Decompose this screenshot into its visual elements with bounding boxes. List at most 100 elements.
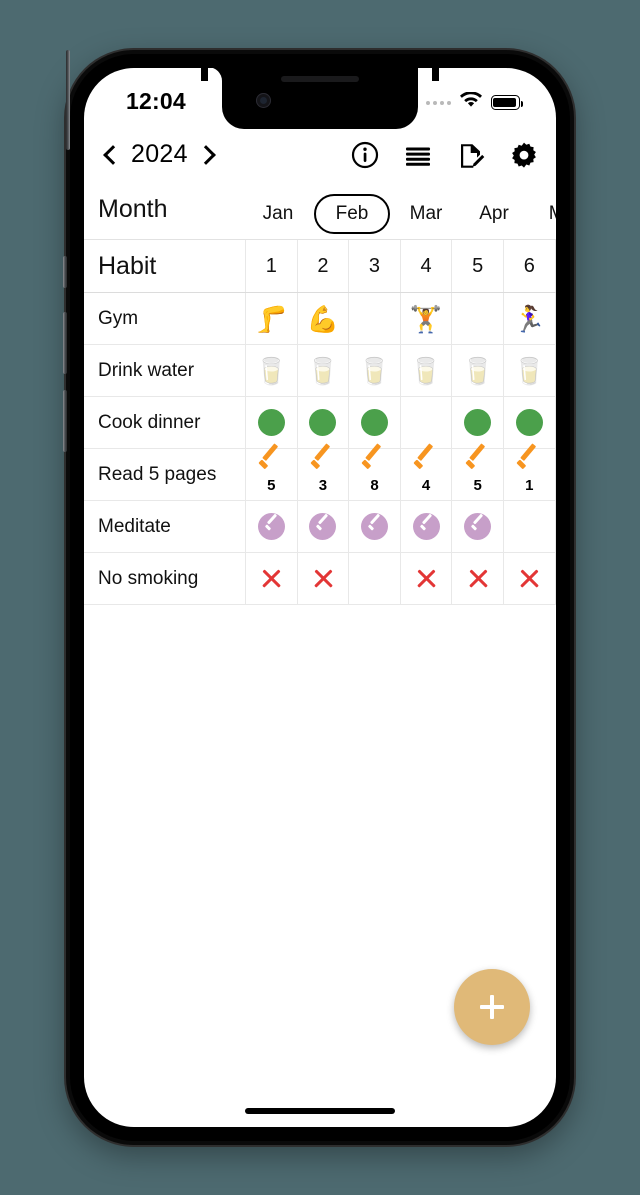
habit-cell[interactable]: 🥛 bbox=[298, 345, 350, 396]
habit-cell[interactable] bbox=[246, 501, 298, 552]
habit-cell[interactable]: 1 bbox=[504, 449, 556, 500]
purple-check-circle-icon bbox=[464, 513, 492, 540]
month-tab-mar[interactable]: Mar bbox=[392, 196, 460, 232]
day-header-3[interactable]: 3 bbox=[349, 240, 401, 292]
month-tab-feb[interactable]: Feb bbox=[314, 194, 390, 234]
habit-cell[interactable] bbox=[349, 293, 401, 344]
table-row: Meditate bbox=[84, 501, 556, 553]
habit-cell[interactable]: 🥛 bbox=[452, 345, 504, 396]
table-header-row: Habit 1 2 3 4 5 6 bbox=[84, 240, 556, 293]
year-label: 2024 bbox=[131, 140, 188, 168]
notch bbox=[222, 68, 418, 129]
habit-cell[interactable]: 5 bbox=[452, 449, 504, 500]
info-icon[interactable] bbox=[351, 141, 379, 169]
day-header-1[interactable]: 1 bbox=[246, 240, 298, 292]
edit-document-icon[interactable] bbox=[457, 141, 485, 169]
habit-count: 1 bbox=[525, 476, 534, 494]
table-row: Drink water 🥛 🥛 🥛 🥛 🥛 🥛 bbox=[84, 345, 556, 397]
habit-count: 5 bbox=[267, 476, 276, 494]
habit-cell[interactable]: 🥛 bbox=[401, 345, 453, 396]
volume-up-button[interactable] bbox=[63, 312, 67, 374]
home-indicator[interactable] bbox=[245, 1108, 395, 1114]
habit-cell[interactable] bbox=[504, 397, 556, 448]
orange-check-icon bbox=[465, 456, 491, 474]
month-tab-jan[interactable]: Jan bbox=[244, 196, 312, 232]
mute-switch-button[interactable] bbox=[63, 256, 67, 288]
habit-name: No smoking bbox=[84, 553, 246, 604]
habit-cell[interactable]: 🏋️ bbox=[401, 293, 453, 344]
green-dot-icon bbox=[257, 409, 285, 436]
habit-emoji-icon: 🏃‍♀️ bbox=[513, 303, 546, 334]
status-time: 12:04 bbox=[126, 88, 186, 114]
habit-cell[interactable] bbox=[298, 501, 350, 552]
habit-cell[interactable]: 3 bbox=[298, 449, 350, 500]
habit-cell[interactable] bbox=[452, 293, 504, 344]
habit-cell[interactable]: 🥛 bbox=[349, 345, 401, 396]
habit-cell[interactable]: 4 bbox=[401, 449, 453, 500]
habit-cell[interactable] bbox=[349, 397, 401, 448]
red-cross-icon bbox=[414, 567, 438, 591]
chevron-left-icon[interactable] bbox=[100, 144, 122, 166]
red-cross-icon bbox=[311, 567, 335, 591]
habit-emoji-icon: 🏋️ bbox=[409, 303, 443, 334]
habit-cell[interactable] bbox=[452, 553, 504, 604]
month-strip: Month Jan Feb Mar Apr Ma bbox=[84, 188, 556, 240]
app-header: 2024 bbox=[84, 132, 556, 190]
chevron-right-icon[interactable] bbox=[197, 144, 219, 166]
habit-cell[interactable]: 🏃‍♀️ bbox=[504, 293, 556, 344]
front-camera-icon bbox=[256, 93, 271, 108]
table-row: Gym 🦵 💪 🏋️ 🏃‍♀️ bbox=[84, 293, 556, 345]
green-dot-icon bbox=[360, 409, 388, 436]
month-tab-apr[interactable]: Apr bbox=[460, 196, 528, 232]
purple-check-circle-icon bbox=[360, 513, 388, 540]
habit-cell[interactable]: 🦵 bbox=[246, 293, 298, 344]
habit-cell[interactable] bbox=[246, 553, 298, 604]
habit-cell[interactable] bbox=[246, 397, 298, 448]
signal-dots-icon bbox=[426, 100, 451, 105]
habit-cell[interactable] bbox=[504, 553, 556, 604]
green-dot-icon bbox=[464, 409, 492, 436]
wifi-icon bbox=[460, 91, 482, 113]
habit-cell[interactable] bbox=[504, 501, 556, 552]
day-header-4[interactable]: 4 bbox=[401, 240, 453, 292]
month-label: Month bbox=[98, 195, 168, 223]
orange-check-icon bbox=[258, 456, 284, 474]
habit-cell[interactable]: 🥛 bbox=[504, 345, 556, 396]
status-indicators bbox=[426, 91, 524, 113]
add-habit-button[interactable] bbox=[454, 969, 530, 1045]
habit-cell[interactable] bbox=[298, 397, 350, 448]
habit-cell[interactable] bbox=[349, 501, 401, 552]
orange-check-icon bbox=[361, 456, 387, 474]
purple-check-circle-icon bbox=[412, 513, 440, 540]
habit-column-header: Habit bbox=[84, 240, 246, 292]
habit-cell[interactable] bbox=[298, 553, 350, 604]
day-header-2[interactable]: 2 bbox=[298, 240, 350, 292]
orange-check-icon bbox=[310, 456, 336, 474]
habit-cell[interactable]: 💪 bbox=[298, 293, 350, 344]
habit-emoji-icon: 🥛 bbox=[358, 355, 391, 386]
habit-cell[interactable] bbox=[349, 553, 401, 604]
gear-icon[interactable] bbox=[510, 141, 538, 169]
habit-cell[interactable] bbox=[401, 501, 453, 552]
habit-cell[interactable]: 8 bbox=[349, 449, 401, 500]
habit-cell[interactable] bbox=[452, 501, 504, 552]
habit-cell[interactable] bbox=[401, 397, 453, 448]
habit-cell[interactable] bbox=[401, 553, 453, 604]
green-dot-icon bbox=[309, 409, 337, 436]
habit-emoji-icon: 🥛 bbox=[255, 355, 288, 386]
phone-screen: 12:04 2024 Month Jan Feb Mar Apr Habit 1… bbox=[84, 68, 556, 1127]
month-tab-may[interactable]: Ma bbox=[528, 196, 556, 232]
habit-count: 5 bbox=[473, 476, 482, 494]
habit-emoji-icon: 🥛 bbox=[306, 355, 340, 386]
habit-cell[interactable]: 🥛 bbox=[246, 345, 298, 396]
habit-name: Read 5 pages bbox=[84, 449, 246, 500]
day-header-6[interactable]: 6 bbox=[504, 240, 556, 292]
habit-emoji-icon: 🥛 bbox=[513, 355, 546, 386]
volume-down-button[interactable] bbox=[63, 390, 67, 452]
habit-cell[interactable]: 5 bbox=[246, 449, 298, 500]
menu-icon[interactable] bbox=[404, 141, 432, 169]
habit-table: Habit 1 2 3 4 5 6 Gym 🦵 💪 🏋️ 🏃‍♀️ Drink water… bbox=[84, 240, 556, 605]
habit-cell[interactable] bbox=[452, 397, 504, 448]
habit-emoji-icon: 🥛 bbox=[409, 355, 443, 386]
day-header-5[interactable]: 5 bbox=[452, 240, 504, 292]
